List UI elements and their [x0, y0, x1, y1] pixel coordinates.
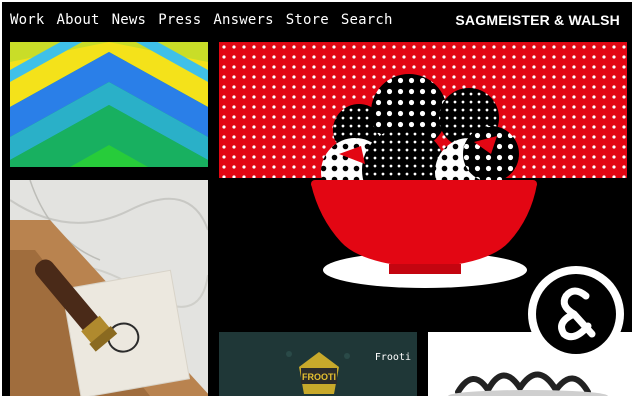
frooti-label: Frooti — [374, 352, 411, 363]
nav-item-search[interactable]: Search — [341, 12, 393, 28]
wax-seal-photo — [10, 180, 208, 396]
project-tile-chevrons[interactable] — [10, 42, 208, 167]
frooti-image: FROOTI — [219, 332, 417, 396]
nav-item-press[interactable]: Press — [158, 12, 201, 28]
nav-item-store[interactable]: Store — [286, 12, 329, 28]
page-frame: Work About News Press Answers Store Sear… — [2, 2, 632, 396]
project-tile-frooti[interactable]: FROOTI Frooti — [219, 332, 417, 396]
nav-item-about[interactable]: About — [57, 12, 100, 28]
ampersand-badge-icon[interactable] — [526, 264, 626, 364]
frooti-sign: FROOTI — [302, 372, 336, 382]
nav-item-answers[interactable]: Answers — [213, 12, 273, 28]
project-tile-wax-seal[interactable] — [10, 180, 208, 396]
nav-item-work[interactable]: Work — [10, 12, 45, 28]
nav-item-news[interactable]: News — [112, 12, 147, 28]
brand-logo-text[interactable]: SAGMEISTER & WALSH — [455, 12, 620, 28]
main-nav: Work About News Press Answers Store Sear… — [10, 12, 393, 28]
chevron-pattern-image — [10, 42, 208, 167]
